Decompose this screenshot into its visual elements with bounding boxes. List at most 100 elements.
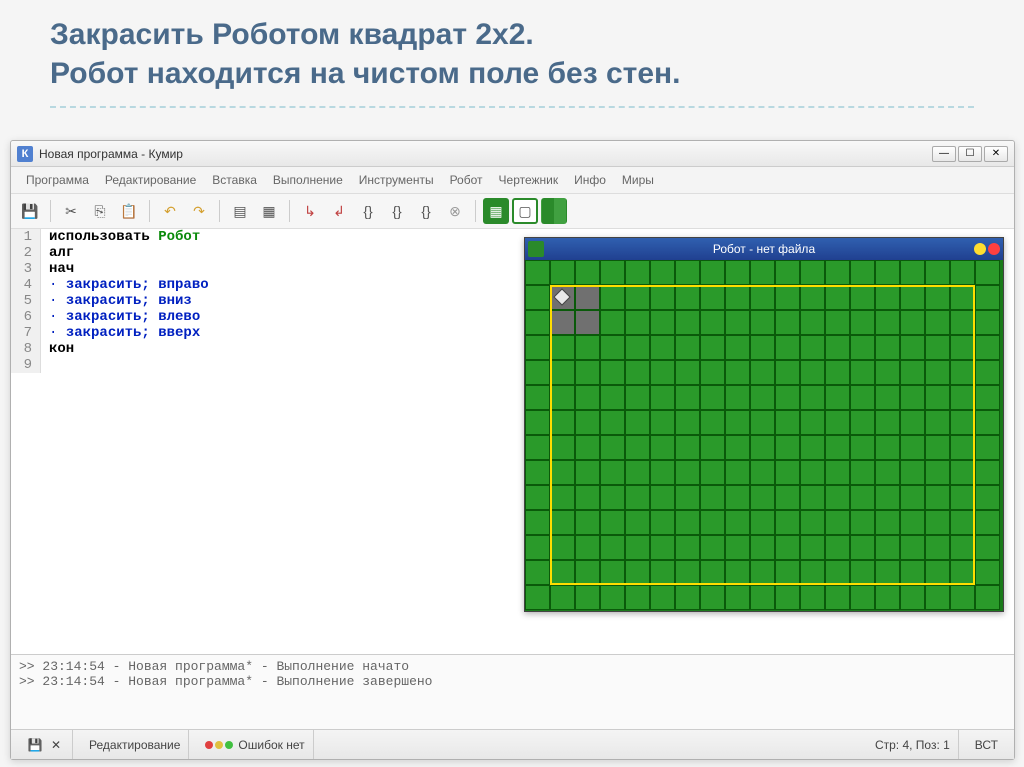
- grid-cell[interactable]: [700, 585, 725, 610]
- grid-cell[interactable]: [550, 585, 575, 610]
- grid-cell[interactable]: [725, 485, 750, 510]
- grid-cell[interactable]: [875, 560, 900, 585]
- grid-cell[interactable]: [625, 260, 650, 285]
- grid-cell[interactable]: [850, 285, 875, 310]
- grid-cell[interactable]: [675, 260, 700, 285]
- grid-cell[interactable]: [975, 460, 1000, 485]
- grid-cell[interactable]: [950, 510, 975, 535]
- grid-cell[interactable]: [700, 335, 725, 360]
- grid-cell[interactable]: [825, 535, 850, 560]
- grid-cell[interactable]: [950, 385, 975, 410]
- grid-cell[interactable]: [850, 410, 875, 435]
- grid-cell[interactable]: [800, 260, 825, 285]
- grid-cell[interactable]: [675, 310, 700, 335]
- grid-icon[interactable]: ▦: [483, 198, 509, 224]
- grid-cell[interactable]: [525, 360, 550, 385]
- grid-cell[interactable]: [850, 485, 875, 510]
- robot-field-window[interactable]: Робот - нет файла: [524, 237, 1004, 612]
- grid-cell[interactable]: [750, 435, 775, 460]
- grid-cell[interactable]: [800, 335, 825, 360]
- grid-cell[interactable]: [800, 385, 825, 410]
- menu-draftsman[interactable]: Чертежник: [492, 170, 566, 190]
- grid-cell[interactable]: [625, 285, 650, 310]
- grid-cell[interactable]: [775, 335, 800, 360]
- code-text[interactable]: · закрасить; вверх: [41, 325, 200, 341]
- grid-cell[interactable]: [700, 460, 725, 485]
- grid-cell[interactable]: [900, 410, 925, 435]
- grid-cell[interactable]: [575, 260, 600, 285]
- grid-cell[interactable]: [975, 585, 1000, 610]
- grid-cell[interactable]: [675, 510, 700, 535]
- grid-cell[interactable]: [725, 460, 750, 485]
- grid-cell[interactable]: [850, 260, 875, 285]
- brace1-icon[interactable]: {}: [355, 198, 381, 224]
- grid-cell[interactable]: [525, 310, 550, 335]
- grid-cell[interactable]: [900, 385, 925, 410]
- grid-cell[interactable]: [800, 360, 825, 385]
- grid-cell[interactable]: [550, 535, 575, 560]
- grid-cell[interactable]: [525, 285, 550, 310]
- grid-cell[interactable]: [600, 560, 625, 585]
- menu-info[interactable]: Инфо: [567, 170, 613, 190]
- grid-cell[interactable]: [925, 485, 950, 510]
- grid-cell[interactable]: [925, 360, 950, 385]
- grid-cell[interactable]: [725, 385, 750, 410]
- grid-cell[interactable]: [725, 510, 750, 535]
- grid-cell[interactable]: [550, 510, 575, 535]
- grid-cell[interactable]: [650, 360, 675, 385]
- grid-cell[interactable]: [600, 485, 625, 510]
- menu-tools[interactable]: Инструменты: [352, 170, 441, 190]
- grid-cell[interactable]: [975, 560, 1000, 585]
- grid-cell[interactable]: [900, 360, 925, 385]
- grid-cell[interactable]: [550, 360, 575, 385]
- grid-cell[interactable]: [775, 435, 800, 460]
- grid-cell[interactable]: [650, 460, 675, 485]
- grid-cell[interactable]: [725, 535, 750, 560]
- grid-cell[interactable]: [750, 510, 775, 535]
- menu-program[interactable]: Программа: [19, 170, 96, 190]
- menu-insert[interactable]: Вставка: [205, 170, 264, 190]
- grid-cell[interactable]: [950, 485, 975, 510]
- grid-cell[interactable]: [675, 585, 700, 610]
- grid-cell[interactable]: [525, 585, 550, 610]
- robot-close-icon[interactable]: [988, 243, 1000, 255]
- close-button[interactable]: ✕: [984, 146, 1008, 162]
- grid-cell[interactable]: [925, 260, 950, 285]
- grid-cell[interactable]: [800, 285, 825, 310]
- grid-cell[interactable]: [800, 510, 825, 535]
- grid-cell[interactable]: [550, 460, 575, 485]
- grid-cell[interactable]: [850, 535, 875, 560]
- grid-cell[interactable]: [950, 310, 975, 335]
- grid-cell[interactable]: [600, 360, 625, 385]
- grid-cell[interactable]: [550, 260, 575, 285]
- grid-cell[interactable]: [650, 310, 675, 335]
- grid-cell[interactable]: [900, 585, 925, 610]
- grid-cell[interactable]: [825, 385, 850, 410]
- grid-cell[interactable]: [700, 385, 725, 410]
- grid-cell[interactable]: [825, 285, 850, 310]
- grid-cell[interactable]: [525, 260, 550, 285]
- grid-cell[interactable]: [900, 485, 925, 510]
- grid-cell[interactable]: [975, 535, 1000, 560]
- grid-cell[interactable]: [525, 535, 550, 560]
- grid-cell[interactable]: [625, 310, 650, 335]
- grid-cell[interactable]: [800, 485, 825, 510]
- grid-cell[interactable]: [575, 560, 600, 585]
- grid-cell[interactable]: [675, 360, 700, 385]
- grid-cell[interactable]: [775, 585, 800, 610]
- grid-cell[interactable]: [875, 485, 900, 510]
- grid-cell[interactable]: [975, 335, 1000, 360]
- grid-cell[interactable]: [825, 460, 850, 485]
- grid-cell[interactable]: [550, 560, 575, 585]
- grid-cell[interactable]: [925, 335, 950, 360]
- grid-cell[interactable]: [750, 360, 775, 385]
- robot-min-icon[interactable]: [974, 243, 986, 255]
- grid-cell[interactable]: [650, 260, 675, 285]
- grid-cell[interactable]: [725, 560, 750, 585]
- paste-icon[interactable]: 📋: [116, 198, 142, 224]
- grid-cell[interactable]: [650, 335, 675, 360]
- grid-cell[interactable]: [625, 435, 650, 460]
- grid-cell[interactable]: [900, 535, 925, 560]
- grid-cell[interactable]: [675, 335, 700, 360]
- grid-cell[interactable]: [850, 460, 875, 485]
